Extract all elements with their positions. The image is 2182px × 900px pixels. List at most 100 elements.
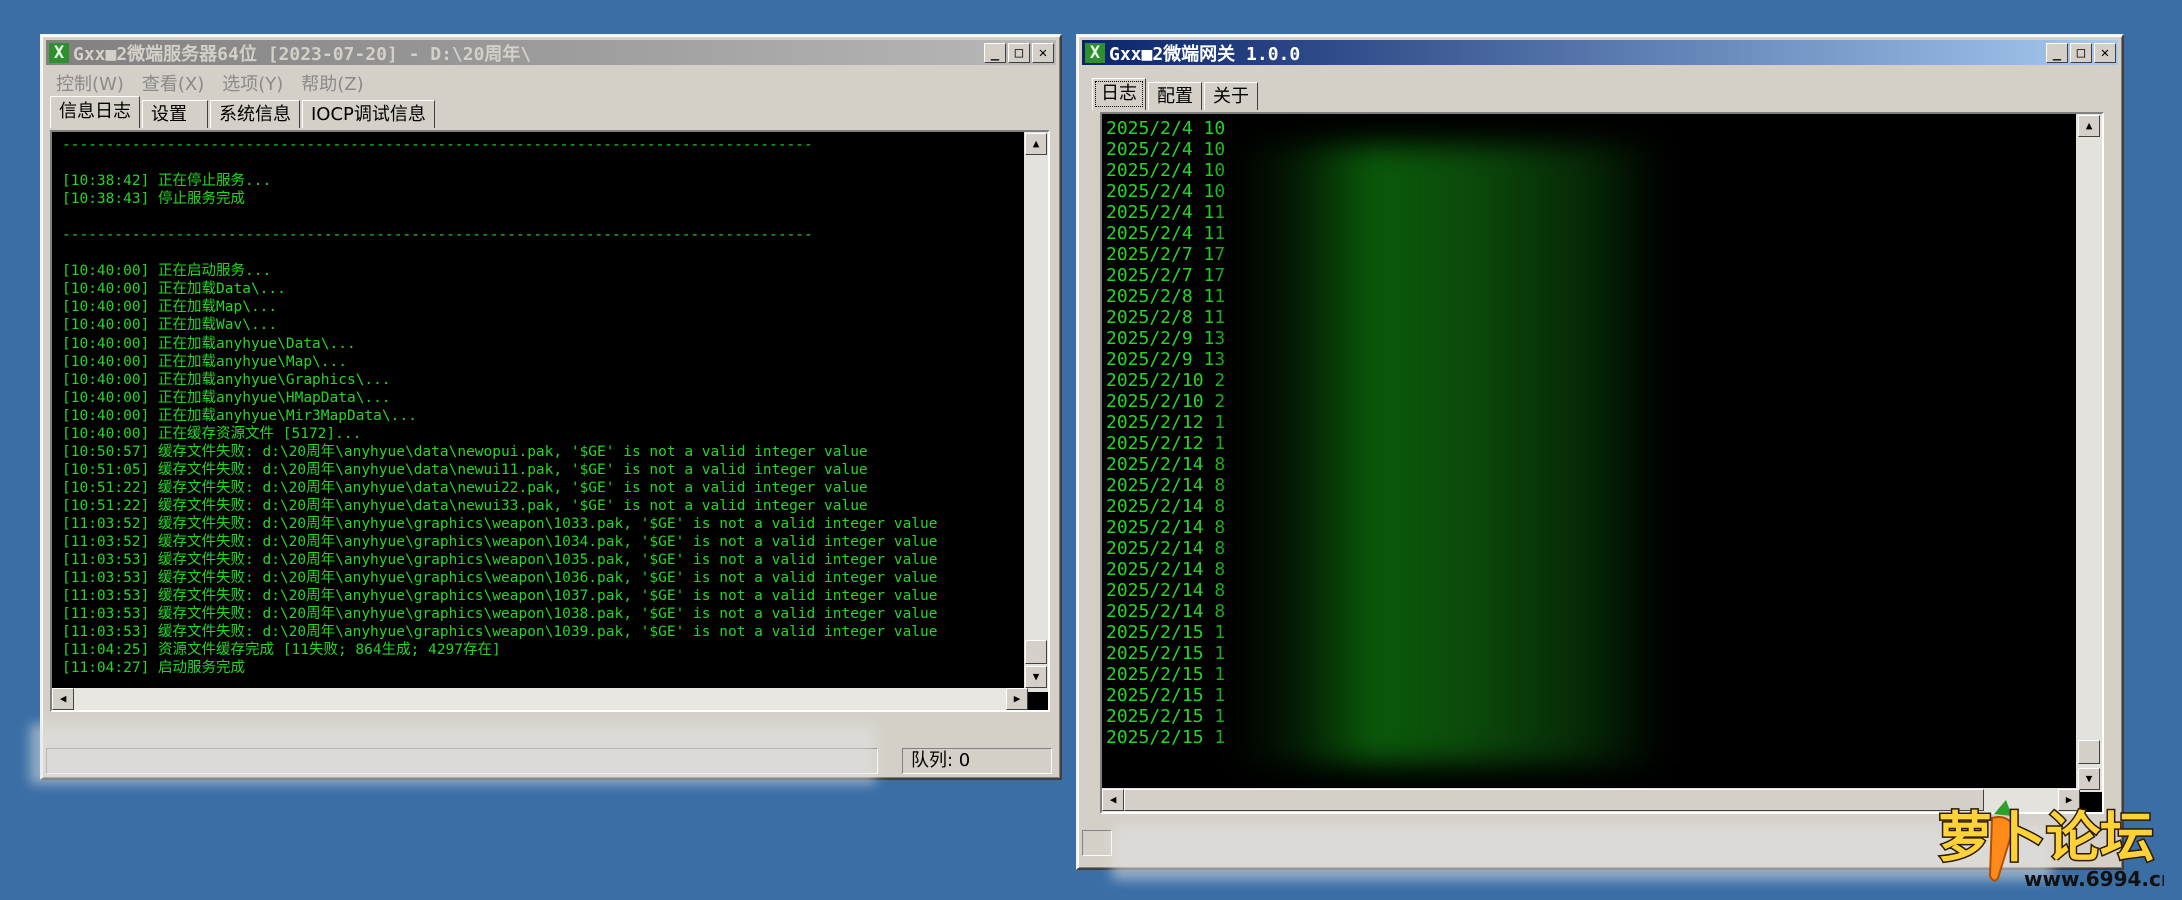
log-line: 2025/2/15 1 [1106,685,1226,706]
forum-watermark-logo: 萝卜论坛 www.6994.cn [1934,796,2175,892]
log-line: [11:03:53] 缓存文件失败: d:\20周年\anyhyue\graph… [62,552,938,569]
gateway-tabs: 日志 配置 关于 [1092,78,1260,110]
gateway-window-title: Gxx■2微端网关 1.0.0 [1109,43,1301,65]
maximize-icon[interactable]: □ [2070,42,2092,63]
log-line: 2025/2/4 10 [1106,160,1226,181]
log-line: 2025/2/14 8 [1106,559,1226,580]
log-line: 2025/2/14 8 [1106,601,1226,622]
log-line: [11:04:27] 启动服务完成 [62,660,246,677]
scroll-down-icon[interactable]: ▼ [2078,768,2100,790]
log-line: 2025/2/4 10 [1106,118,1226,139]
logo-url: www.6994.cn [2024,867,2164,891]
server-log-console[interactable]: ----------------------------------------… [50,130,1050,712]
log-line: [11:03:53] 缓存文件失败: d:\20周年\anyhyue\graph… [62,606,938,623]
log-line: [11:03:53] 缓存文件失败: d:\20周年\anyhyue\graph… [62,570,938,587]
log-line: 2025/2/7 17 [1106,265,1226,286]
log-line: 2025/2/4 10 [1106,139,1226,160]
excel-x-icon: X [1085,42,1105,63]
log-line: ----------------------------------------… [62,227,813,244]
log-line: 2025/2/14 8 [1106,538,1226,559]
hscroll-thumb[interactable] [1124,789,1984,811]
scroll-down-icon[interactable]: ▼ [1025,666,1047,688]
redacted-log-content [1232,144,2022,764]
server-log-text: ----------------------------------------… [62,136,938,677]
log-line: 2025/2/8 11 [1106,307,1226,328]
log-line: 2025/2/4 10 [1106,181,1226,202]
log-line: 2025/2/4 11 [1106,202,1226,223]
menu-options[interactable]: 选项(Y) [222,70,283,95]
server-menubar: 控制(W) 查看(X) 选项(Y) 帮助(Z) [50,70,364,95]
menu-control[interactable]: 控制(W) [56,70,124,95]
tab-system-info[interactable]: 系统信息 [210,100,300,128]
scroll-up-icon[interactable]: ▲ [2078,115,2100,137]
scroll-up-icon[interactable]: ▲ [1025,133,1047,155]
log-line: 2025/2/10 2 [1106,370,1226,391]
log-line: ----------------------------------------… [62,137,813,153]
redacted-status [30,724,876,784]
gateway-log-text: 2025/2/4 10 2025/2/4 10 2025/2/4 10 2025/2/… [1106,118,1225,748]
log-line: 2025/2/8 11 [1106,286,1226,307]
log-line: 2025/2/7 17 [1106,244,1226,265]
tab-settings[interactable]: 设置 [142,100,208,128]
log-line: 2025/2/12 1 [1106,433,1226,454]
gateway-log-console[interactable]: 2025/2/4 10 2025/2/4 10 2025/2/4 10 2025/2/… [1100,112,2104,814]
scroll-thumb[interactable] [1025,640,1047,664]
scroll-left-icon[interactable]: ◀ [1102,789,1124,811]
log-line: [10:38:42] 正在停止服务... [62,173,272,190]
log-line: 2025/2/12 1 [1106,412,1226,433]
close-icon[interactable]: ✕ [1032,42,1054,63]
log-line: 2025/2/14 8 [1106,517,1226,538]
log-line: [11:04:25] 资源文件缓存完成 [11失败; 864生成; 4297存在… [62,642,501,659]
scroll-thumb[interactable] [2078,740,2100,764]
tab-info-log[interactable]: 信息日志 [50,96,140,128]
log-line: 2025/2/15 1 [1106,622,1226,643]
gateway-status-cell [1082,830,1112,856]
gateway-log-vscrollbar[interactable]: ▲ ▼ [2076,114,2102,792]
log-line: [10:40:00] 正在加载anyhyue\Graphics\... [62,371,391,388]
gateway-titlebar[interactable]: X Gxx■2微端网关 1.0.0 _ □ ✕ [1082,40,2118,65]
log-line: [10:51:05] 缓存文件失败: d:\20周年\anyhyue\data\… [62,461,868,478]
menu-help[interactable]: 帮助(Z) [301,70,363,95]
log-line: 2025/2/14 8 [1106,475,1226,496]
log-line: 2025/2/15 1 [1106,727,1226,748]
server-log-hscrollbar[interactable]: ◀ ▶ [52,688,1028,710]
menu-view[interactable]: 查看(X) [142,70,204,95]
scroll-left-icon[interactable]: ◀ [52,688,74,710]
log-line: [10:40:00] 正在缓存资源文件 [5172]... [62,425,362,442]
maximize-icon[interactable]: □ [1008,42,1030,63]
close-icon[interactable]: ✕ [2094,42,2116,63]
status-queue: 队列: 0 [902,748,1052,774]
server-titlebar[interactable]: X Gxx■2微端服务器64位 [2023-07-20] - D:\20周年\ … [46,40,1056,65]
tab-about[interactable]: 关于 [1204,82,1258,110]
log-line: 2025/2/9 13 [1106,328,1226,349]
log-line: 2025/2/15 1 [1106,664,1226,685]
log-line: [10:40:00] 正在加载Map\... [62,299,278,316]
server-window-title: Gxx■2微端服务器64位 [2023-07-20] - D:\20周年\ [73,43,532,65]
log-line: [10:38:43] 停止服务完成 [62,191,246,208]
log-line: 2025/2/15 1 [1106,643,1226,664]
logo-text: 萝卜论坛 [1938,806,2154,869]
tab-iocp-debug[interactable]: IOCP调试信息 [302,100,435,128]
log-line: [10:40:00] 正在加载anyhyue\HMapData\... [62,389,391,406]
tab-config[interactable]: 配置 [1148,82,1202,110]
excel-x-icon: X [49,42,69,63]
minimize-icon[interactable]: _ [2046,42,2068,63]
tab-log[interactable]: 日志 [1092,78,1146,110]
log-line: 2025/2/15 1 [1106,706,1226,727]
minimize-icon[interactable]: _ [984,42,1006,63]
log-line: 2025/2/14 8 [1106,496,1226,517]
log-line: [10:40:00] 正在启动服务... [62,263,272,280]
server-tabs: 信息日志 设置 系统信息 IOCP调试信息 [50,96,437,128]
log-line: [11:03:52] 缓存文件失败: d:\20周年\anyhyue\graph… [62,515,938,532]
log-line: [10:51:22] 缓存文件失败: d:\20周年\anyhyue\data\… [62,479,868,496]
log-line: [10:40:00] 正在加载anyhyue\Data\... [62,335,356,352]
log-line: 2025/2/14 8 [1106,454,1226,475]
scroll-right-icon[interactable]: ▶ [1006,688,1028,710]
server-log-vscrollbar[interactable]: ▲ ▼ [1024,132,1048,692]
log-line: [11:03:52] 缓存文件失败: d:\20周年\anyhyue\graph… [62,534,938,551]
log-line: [11:03:53] 缓存文件失败: d:\20周年\anyhyue\graph… [62,588,938,605]
log-line: [10:40:00] 正在加载anyhyue\Map\... [62,353,347,370]
log-line: [10:40:00] 正在加载Wav\... [62,317,278,334]
